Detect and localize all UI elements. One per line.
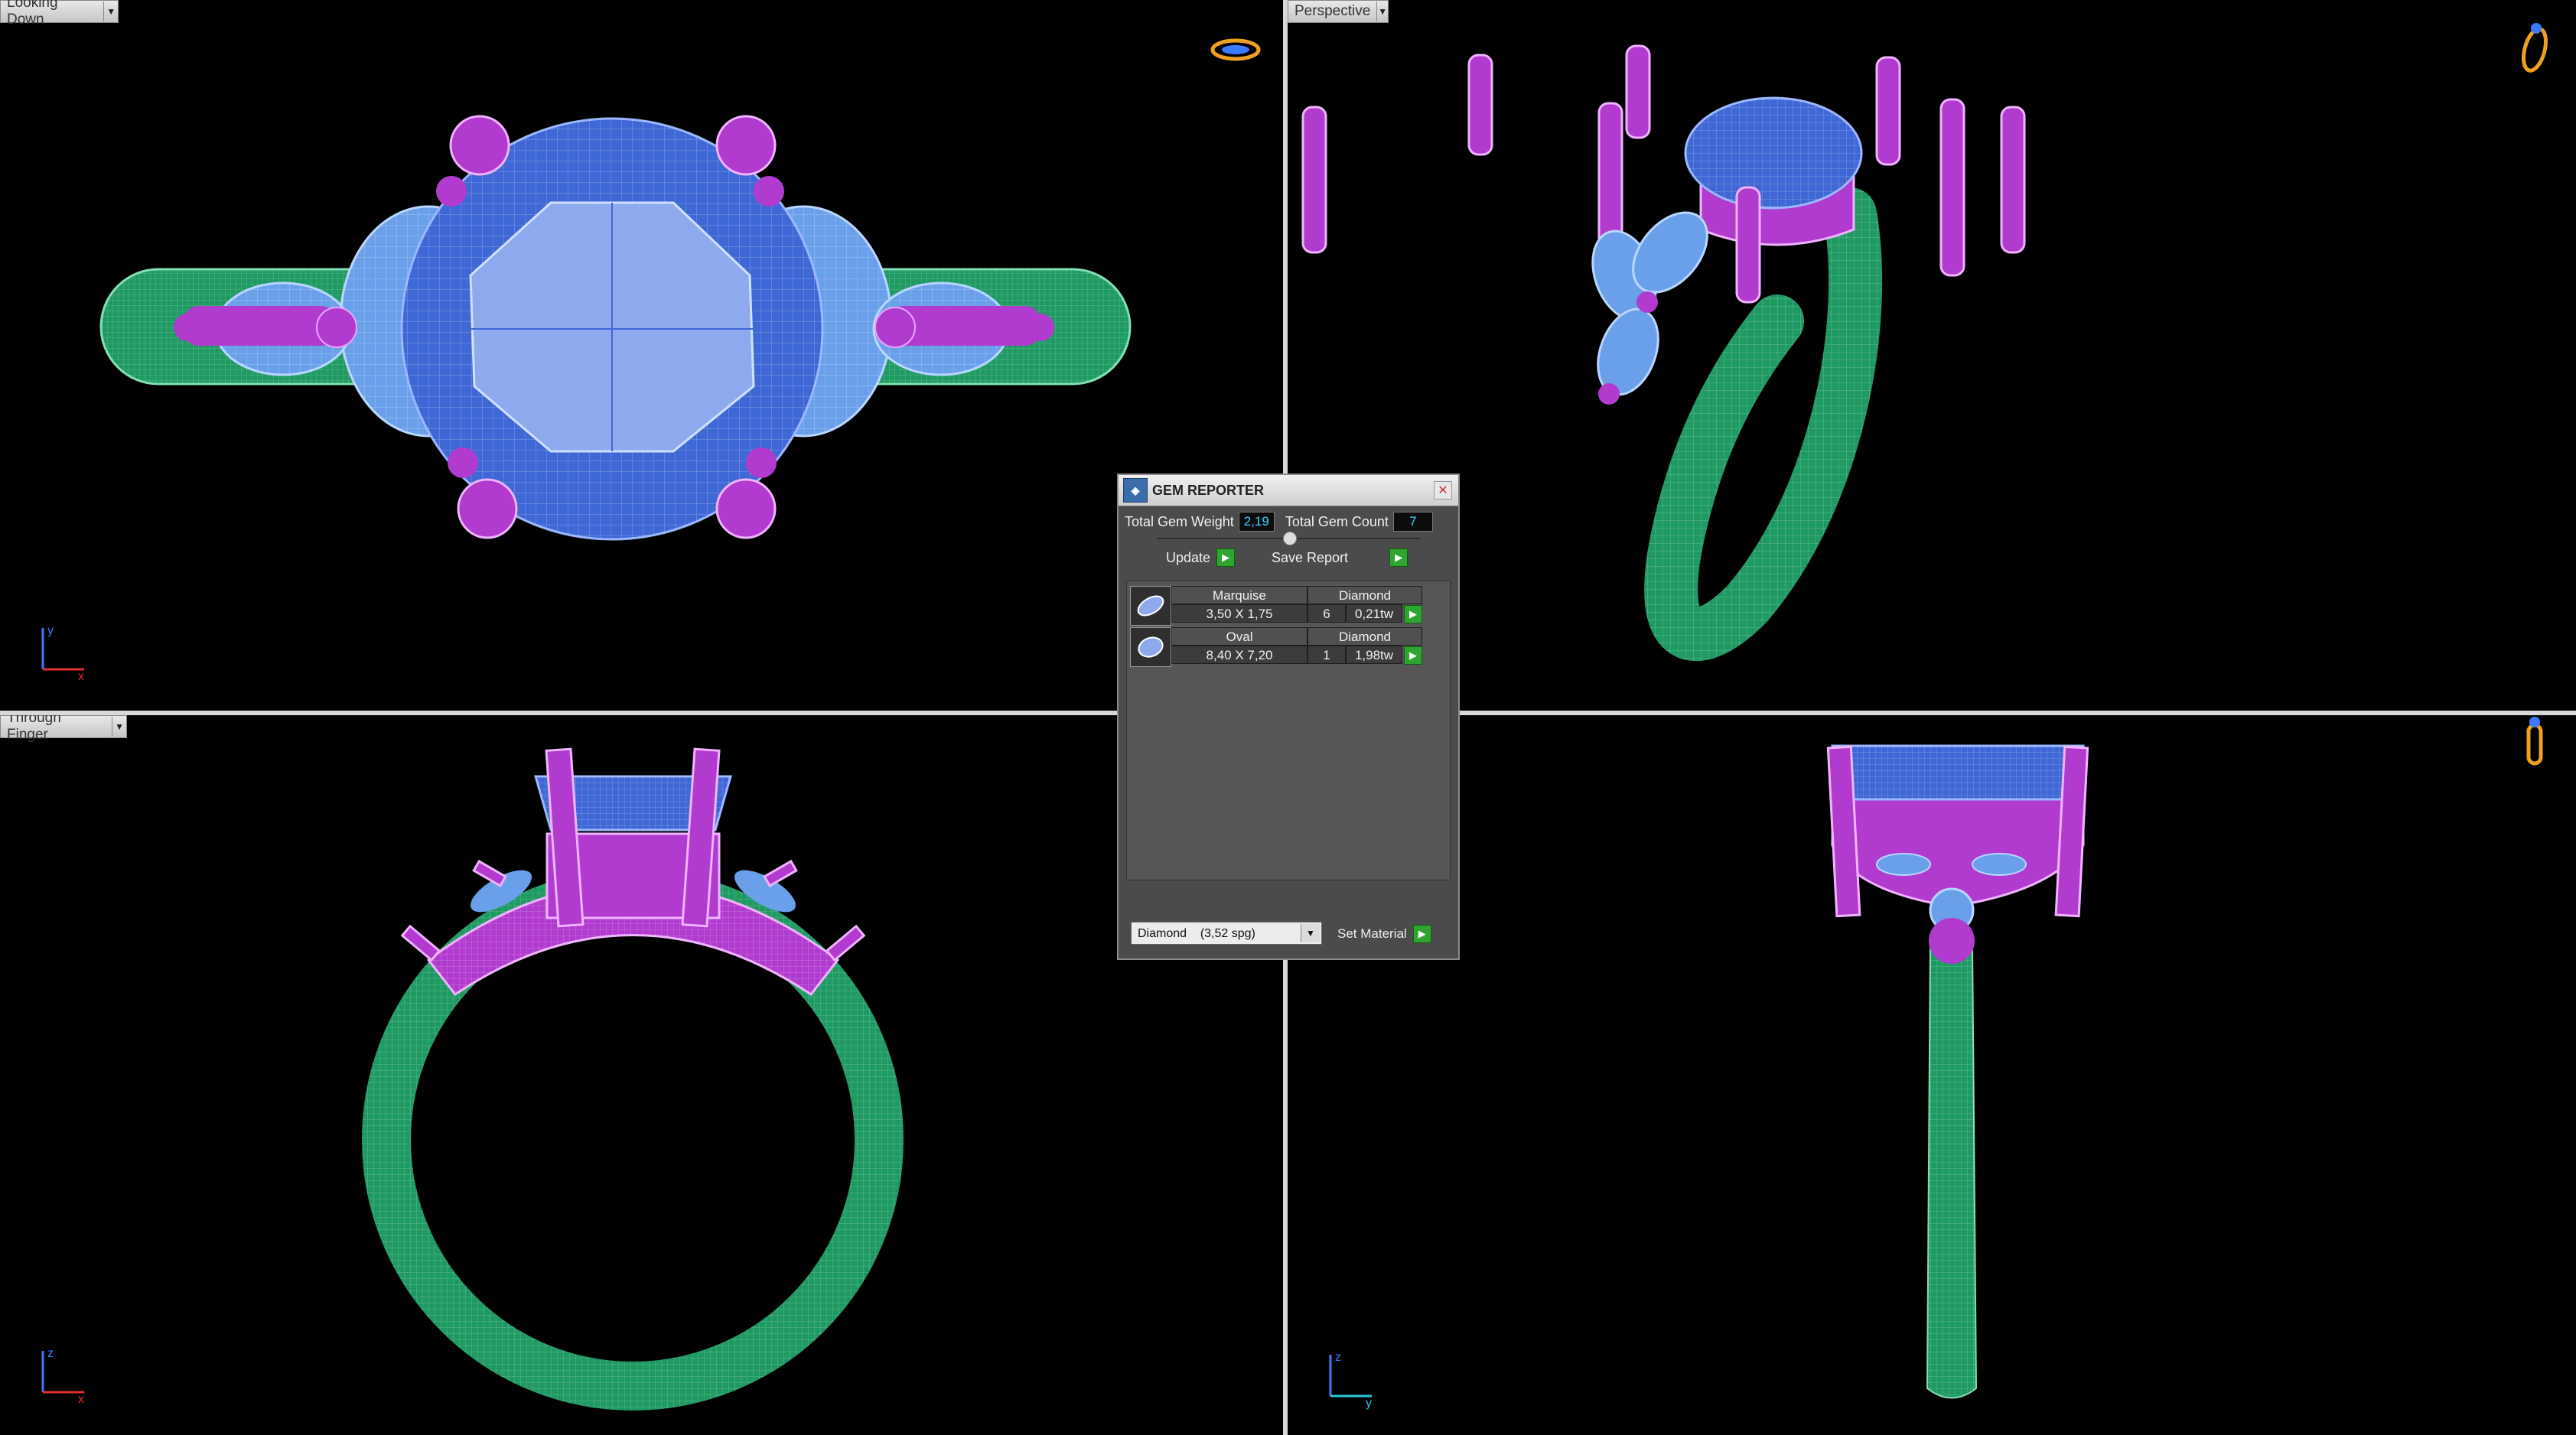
gem-material: Diamond (1308, 586, 1422, 604)
panel-title-bar[interactable]: ◈ GEM REPORTER ✕ (1119, 475, 1458, 506)
close-icon[interactable]: ✕ (1434, 481, 1452, 499)
total-weight-value: 2,19 (1238, 512, 1275, 532)
svg-text:z: z (1335, 1351, 1341, 1364)
gem-size: 3,50 X 1,75 (1171, 604, 1308, 623)
ring-side-view (1826, 744, 2089, 1399)
set-material-button[interactable]: Set Material ▶ (1337, 925, 1431, 943)
chevron-down-icon[interactable]: ▼ (103, 2, 118, 21)
green-arrow-icon: ▶ (1389, 548, 1408, 567)
green-arrow-icon: ▶ (1216, 548, 1236, 567)
gem-reporter-panel: ◈ GEM REPORTER ✕ Total Gem Weight 2,19 T… (1117, 473, 1460, 960)
gem-row[interactable]: Oval Diamond 8,40 X 7,20 1 1,98tw ▶ (1130, 627, 1447, 667)
gem-quantity: 1 (1308, 646, 1346, 664)
chevron-down-icon[interactable]: ▼ (112, 717, 126, 737)
totals-row: Total Gem Weight 2,19 Total Gem Count 7 (1125, 510, 1452, 533)
action-row: Update ▶ Save Report ▶ (1119, 548, 1458, 571)
ring-perspective-view (1301, 44, 2026, 662)
gem-reporter-icon: ◈ (1123, 478, 1148, 503)
marquise-gem-icon (1130, 586, 1171, 626)
chevron-down-icon[interactable]: ▼ (1376, 2, 1388, 21)
set-material-label: Set Material (1337, 926, 1407, 941)
viewport-perspective[interactable]: Perspective ▼ (1288, 0, 2576, 711)
svg-text:y: y (1366, 1397, 1372, 1410)
gem-size: 8,40 X 7,20 (1171, 646, 1308, 664)
svg-text:z: z (47, 1347, 54, 1360)
viewport-label-looking-down[interactable]: Looking Down ▼ (0, 0, 119, 28)
material-select[interactable]: Diamond (3,52 spg) ▼ (1131, 922, 1322, 945)
green-arrow-icon: ▶ (1412, 925, 1431, 943)
viewport-looking-down[interactable]: Looking Down ▼ y x (0, 0, 1283, 711)
ring-top-view (99, 115, 1132, 541)
collapse-handle-icon[interactable] (1283, 532, 1297, 545)
panel-title: GEM REPORTER (1152, 482, 1265, 498)
update-label: Update (1166, 549, 1211, 565)
save-report-label: Save Report (1272, 549, 1349, 565)
gem-cut: Oval (1171, 627, 1308, 646)
gem-cut: Marquise (1171, 586, 1308, 604)
svg-text:y: y (47, 624, 54, 637)
gem-quantity: 6 (1308, 604, 1346, 623)
viewport-label-through-finger[interactable]: Through Finger ▼ (0, 715, 127, 743)
viewport-label-text: Perspective (1295, 3, 1371, 19)
material-select-value: Diamond (3,52 spg) (1138, 927, 1255, 940)
oval-gem-icon (1130, 627, 1171, 667)
svg-text:x: x (78, 1393, 84, 1406)
view-cube-icon[interactable] (2516, 19, 2554, 76)
gem-material: Diamond (1308, 627, 1422, 646)
ring-front-view (362, 747, 904, 1411)
viewport-through-finger[interactable]: Through Finger ▼ z x (0, 715, 1283, 1435)
total-weight-label: Total Gem Weight (1125, 513, 1234, 529)
gem-row[interactable]: Marquise Diamond 3,50 X 1,75 6 0,21tw ▶ (1130, 586, 1447, 626)
green-arrow-icon[interactable]: ▶ (1404, 646, 1422, 665)
gem-weight: 0,21tw (1346, 604, 1402, 623)
total-count-label: Total Gem Count (1285, 513, 1389, 529)
view-cube-icon[interactable] (1209, 34, 1262, 65)
viewport-label-text: Looking Down (7, 0, 58, 28)
viewport-label-text: Through Finger (7, 715, 61, 743)
view-cube-icon[interactable] (2519, 715, 2550, 773)
axis-indicator: z x (41, 1347, 84, 1406)
axis-indicator: z y (1329, 1351, 1372, 1410)
gem-weight: 1,98tw (1346, 646, 1402, 664)
svg-text:x: x (78, 670, 84, 683)
update-button[interactable]: Update ▶ (1166, 548, 1236, 567)
material-row: Diamond (3,52 spg) ▼ Set Material ▶ (1125, 919, 1452, 946)
viewport-side[interactable]: z y (1288, 715, 2576, 1435)
green-arrow-icon[interactable]: ▶ (1404, 605, 1422, 623)
gem-list: Marquise Diamond 3,50 X 1,75 6 0,21tw ▶ … (1126, 581, 1451, 880)
total-count-value: 7 (1392, 512, 1433, 532)
axis-indicator: y x (41, 624, 84, 683)
save-report-button[interactable]: Save Report ▶ (1272, 548, 1408, 567)
viewport-label-perspective[interactable]: Perspective ▼ (1288, 0, 1389, 23)
chevron-down-icon[interactable]: ▼ (1301, 924, 1320, 942)
